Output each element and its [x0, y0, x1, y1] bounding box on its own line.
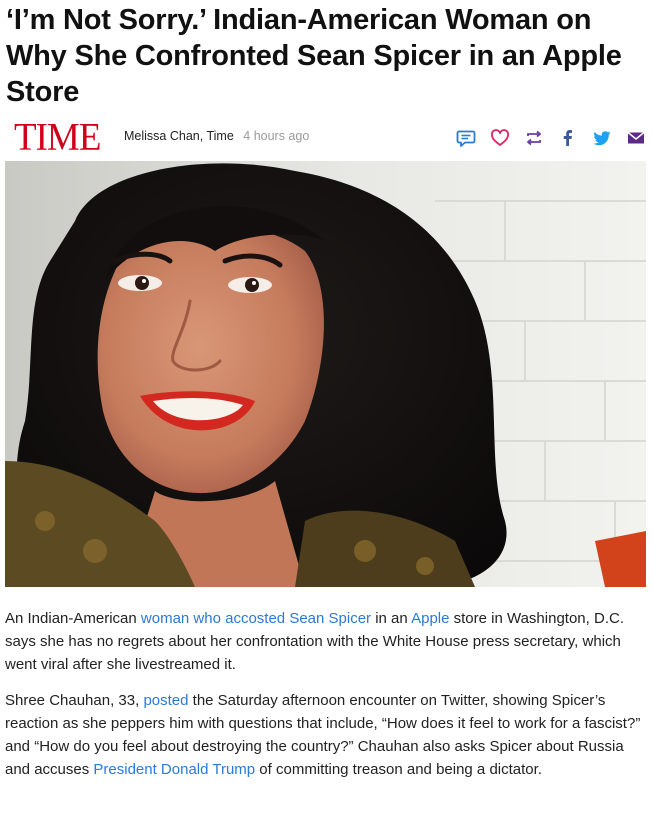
paragraph-1: An Indian-American woman who accosted Se… — [5, 607, 647, 676]
repost-icon[interactable] — [523, 127, 545, 149]
link-posted[interactable]: posted — [143, 692, 188, 709]
email-icon[interactable] — [625, 127, 647, 149]
byline-row: TIME Melissa Chan, Time 4 hours ago — [6, 117, 647, 158]
article-headline: ‘I’m Not Sorry.’ Indian-American Woman o… — [6, 4, 622, 108]
timestamp: 4 hours ago — [243, 129, 310, 143]
paragraph-text: of committing treason and being a dictat… — [255, 761, 542, 778]
paragraph-text: An Indian-American — [5, 610, 141, 627]
link-president-donald-trump[interactable]: President Donald Trump — [93, 761, 255, 778]
author-name[interactable]: Melissa Chan, — [124, 129, 203, 143]
time-logo[interactable]: TIME — [14, 117, 101, 158]
paragraph-text: Shree Chauhan, 33, — [5, 692, 144, 709]
link-woman-accosted-spicer[interactable]: woman who accosted Sean Spicer — [141, 610, 371, 627]
heart-icon[interactable] — [489, 127, 511, 149]
byline: Melissa Chan, Time 4 hours ago — [124, 128, 309, 144]
link-apple[interactable]: Apple — [411, 610, 449, 627]
article-body: An Indian-American woman who accosted Se… — [5, 607, 647, 794]
facebook-icon[interactable] — [557, 127, 579, 149]
hero-photo — [5, 161, 646, 587]
twitter-icon[interactable] — [591, 127, 613, 149]
paragraph-text: in an — [371, 610, 412, 627]
share-toolbar — [443, 127, 647, 149]
publication-name[interactable]: Time — [206, 129, 233, 143]
paragraph-2: Shree Chauhan, 33, posted the Saturday a… — [5, 689, 647, 781]
comment-icon[interactable] — [455, 127, 477, 149]
